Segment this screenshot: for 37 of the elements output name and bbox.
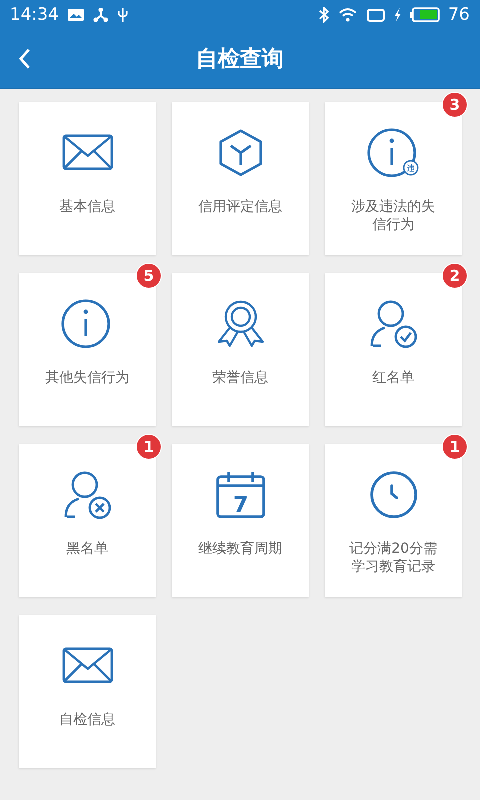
count-badge: 3 [442, 92, 468, 118]
bluetooth-icon [318, 7, 330, 23]
hexagon-icon [218, 128, 264, 178]
charging-icon [394, 8, 402, 22]
count-badge: 5 [136, 263, 162, 289]
count-badge: 2 [442, 263, 468, 289]
tile-label: 自检信息 [58, 711, 116, 729]
count-badge: 1 [442, 434, 468, 460]
usb-icon [117, 7, 129, 23]
tile-label: 红名单 [372, 369, 416, 387]
tile-label: 基本信息 [58, 198, 116, 216]
battery-percent: 76 [448, 5, 470, 25]
tile-label: 信用评定信息 [198, 198, 284, 216]
user-check-icon [368, 299, 418, 349]
tile-label: 荣誉信息 [212, 369, 270, 387]
page-title: 自检查询 [196, 46, 284, 74]
tile-label: 继续教育周期 [198, 540, 284, 558]
award-ribbon-icon [216, 299, 266, 349]
tile-label: 涉及违法的失信行为 [350, 198, 436, 234]
user-remove-icon [62, 470, 112, 520]
battery-icon [410, 7, 440, 23]
menu-tile[interactable]: 信用评定信息 [172, 102, 309, 255]
tile-label: 记分满20分需学习教育记录 [348, 540, 438, 576]
menu-tile[interactable]: 基本信息 [19, 102, 156, 255]
menu-tile[interactable]: 自检信息 [19, 615, 156, 768]
wifi-icon [338, 7, 358, 23]
tile-label: 黑名单 [66, 540, 110, 558]
share-icon [93, 8, 109, 22]
back-icon [18, 48, 32, 70]
image-notification-icon [67, 8, 85, 22]
screen-icon [366, 7, 386, 23]
menu-tile[interactable]: 荣誉信息 [172, 273, 309, 426]
tile-label: 其他失信行为 [44, 369, 130, 387]
count-badge: 1 [136, 434, 162, 460]
clock-icon [368, 470, 418, 520]
status-time: 14:34 [10, 5, 59, 25]
menu-tile[interactable]: 7 继续教育周期 [172, 444, 309, 597]
